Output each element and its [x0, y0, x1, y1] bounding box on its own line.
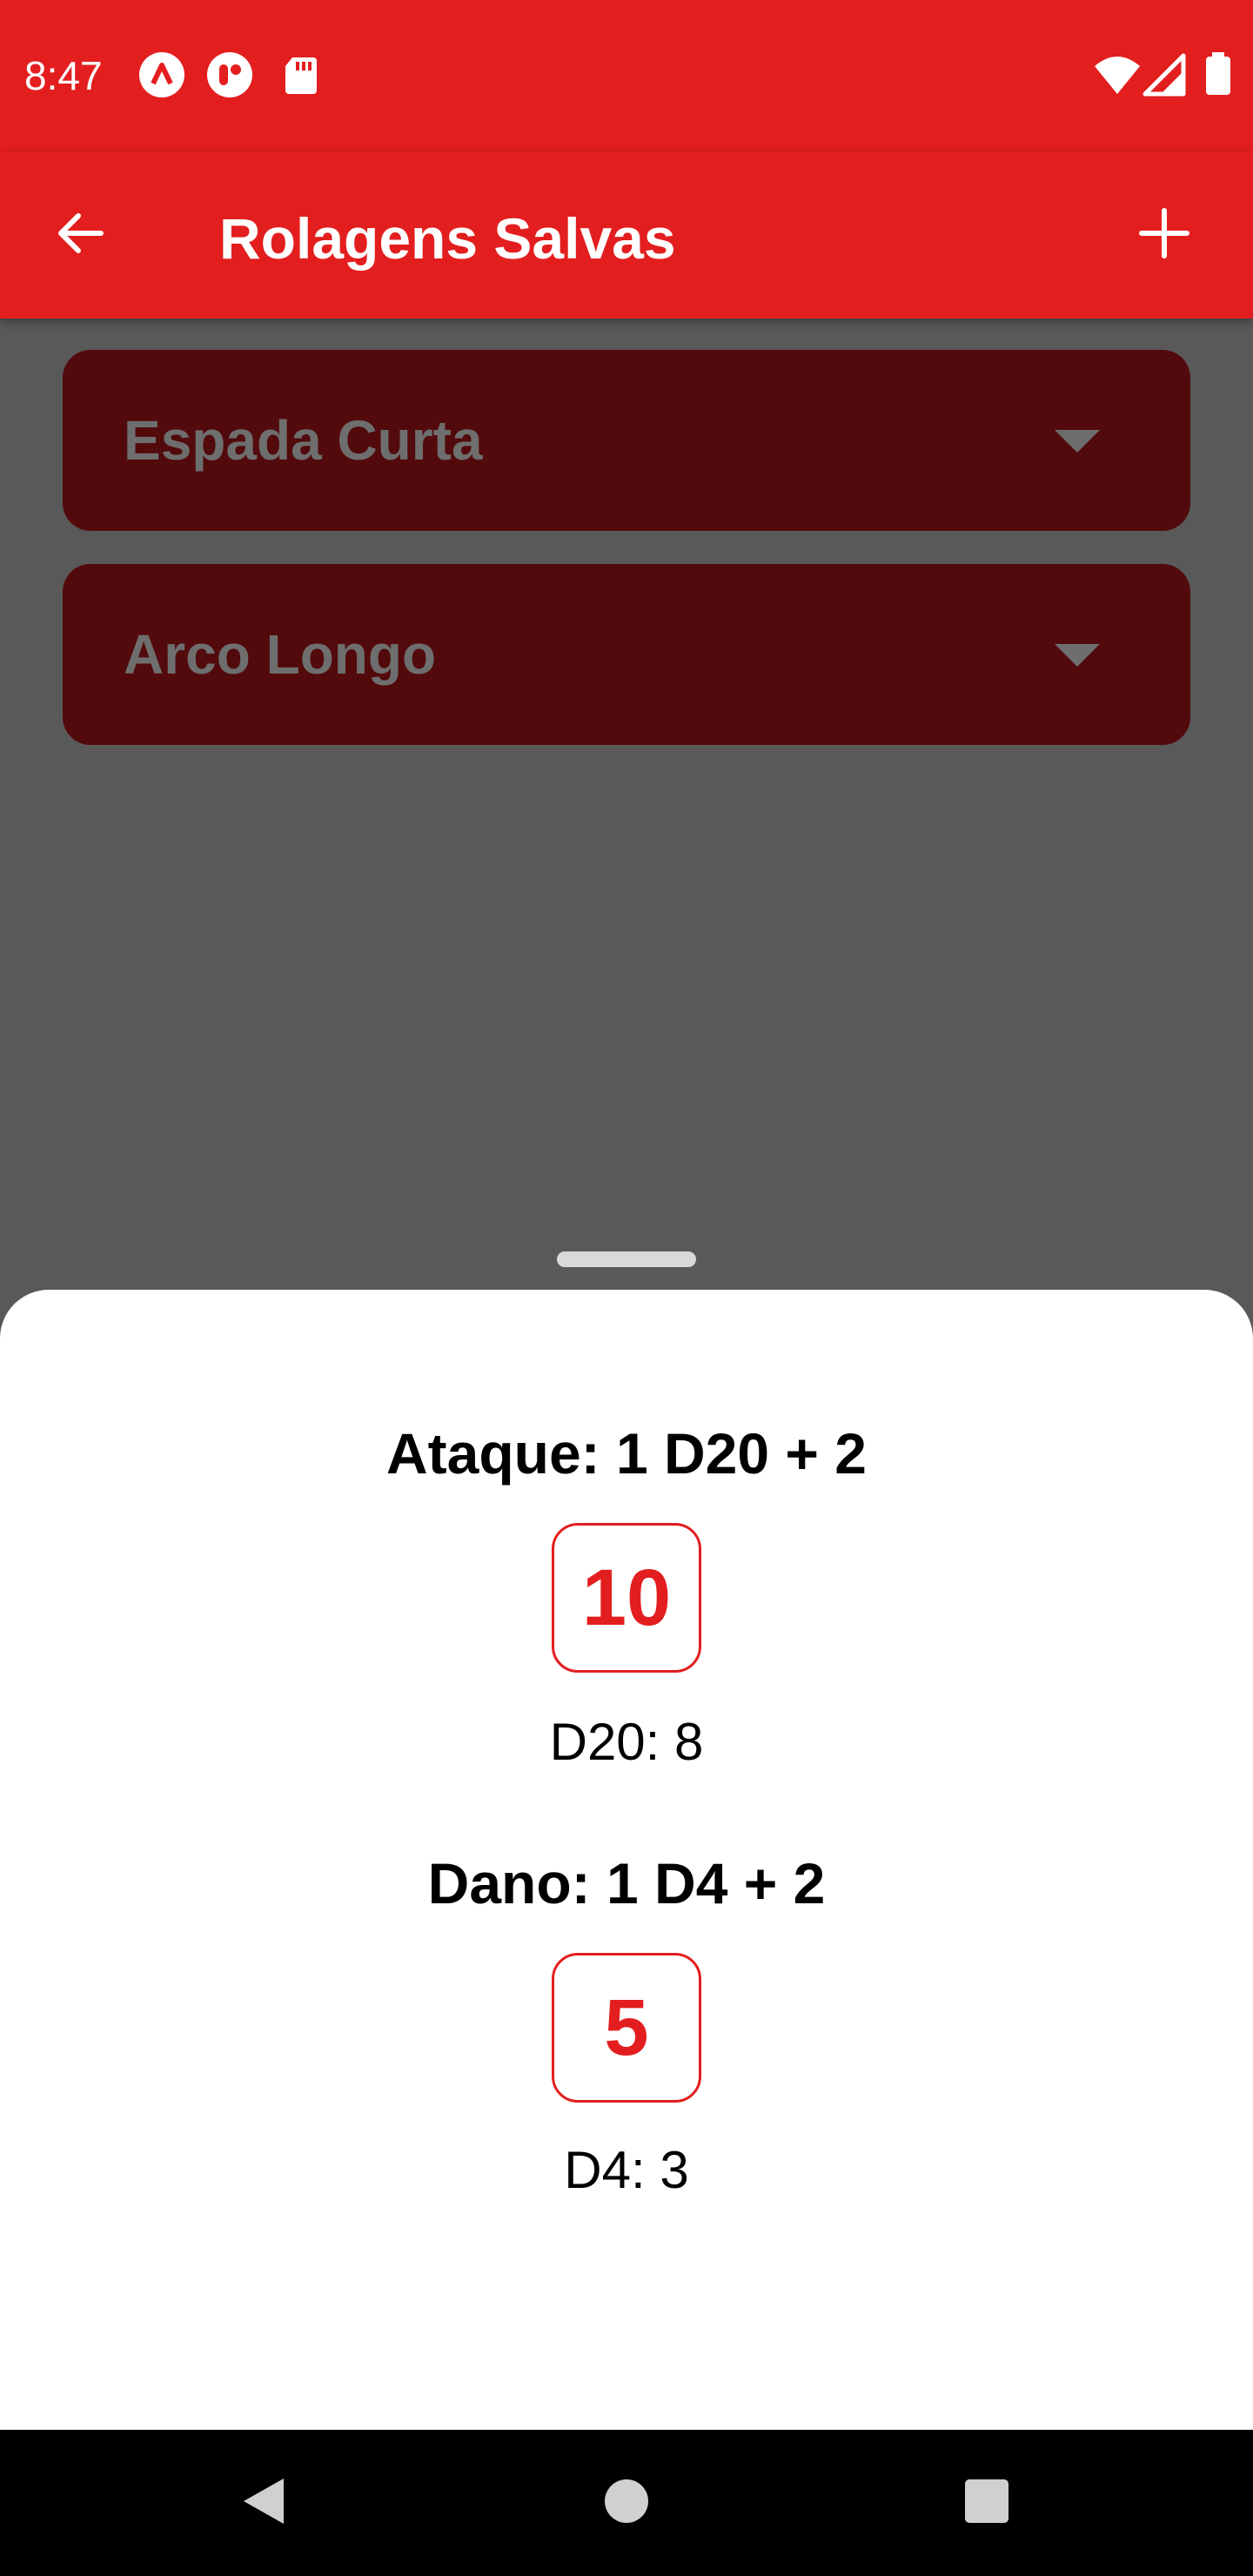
nav-back-button[interactable]: [219, 2459, 306, 2546]
saved-roll-card[interactable]: Arco Longo: [63, 564, 1190, 745]
saved-rolls-list: Espada Curta Arco Longo: [0, 319, 1253, 1276]
page-title: Rolagens Salvas: [219, 206, 676, 271]
home-circle-icon: [602, 2477, 651, 2530]
add-roll-button[interactable]: [1112, 183, 1216, 287]
damage-roll-detail: D4: 3: [564, 2141, 689, 2199]
saved-roll-card[interactable]: Espada Curta: [63, 350, 1190, 531]
system-nav-bar: [0, 2430, 1253, 2576]
plus-icon: [1136, 205, 1192, 265]
roll-result-sheet: Ataque: 1 D20 + 2 10 D20: 8 Dano: 1 D4 +…: [0, 1290, 1253, 2430]
signal-icon: [1142, 50, 1190, 99]
toggle-circle-icon: [205, 50, 254, 99]
recents-square-icon: [962, 2477, 1011, 2530]
back-button[interactable]: [28, 183, 132, 287]
status-time: 8:47: [24, 53, 103, 98]
dropdown-arrow-icon: [1055, 644, 1100, 671]
status-bar: 8:47: [0, 0, 1253, 151]
damage-roll-title: Dano: 1 D4 + 2: [427, 1851, 826, 1915]
sd-card-icon: [277, 50, 325, 99]
sheet-drag-handle[interactable]: [557, 1251, 696, 1267]
damage-result-box: 5: [552, 1953, 701, 2103]
damage-total: 5: [604, 1982, 649, 2072]
attack-roll-detail: D20: 8: [549, 1713, 704, 1771]
wifi-icon: [1093, 50, 1142, 99]
nav-home-button[interactable]: [583, 2459, 670, 2546]
dropdown-arrow-icon: [1055, 430, 1100, 457]
saved-roll-label: Arco Longo: [124, 623, 437, 686]
back-triangle-icon: [238, 2475, 287, 2532]
app-bar: Rolagens Salvas: [0, 151, 1253, 319]
nav-recents-button[interactable]: [943, 2459, 1030, 2546]
arrow-left-icon: [52, 205, 108, 265]
a-circle-icon: [137, 50, 186, 99]
saved-roll-label: Espada Curta: [124, 409, 483, 472]
attack-total: 10: [581, 1553, 672, 1642]
battery-icon: [1201, 50, 1250, 99]
attack-roll-title: Ataque: 1 D20 + 2: [385, 1421, 868, 1486]
attack-result-box: 10: [552, 1523, 701, 1673]
